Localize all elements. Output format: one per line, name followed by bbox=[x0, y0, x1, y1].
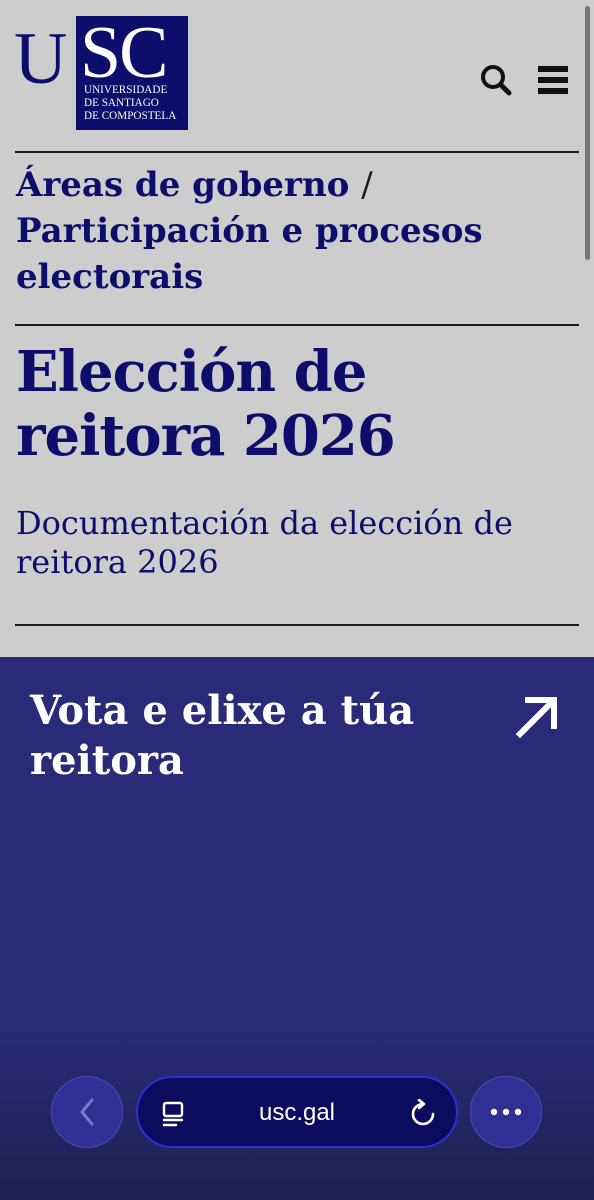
breadcrumb-link-participacion[interactable]: Participación e procesos electorais bbox=[16, 211, 483, 297]
divider bbox=[15, 151, 579, 153]
breadcrumb: Áreas de goberno / Participación e proce… bbox=[16, 162, 576, 300]
banner-title[interactable]: Vota e elixe a túa reitora bbox=[30, 686, 450, 786]
page-title: Elección de reitora 2026 bbox=[16, 339, 396, 469]
breadcrumb-separator: / bbox=[361, 165, 373, 205]
address-bar[interactable]: usc.gal bbox=[136, 1076, 458, 1148]
banner-link-button[interactable] bbox=[512, 692, 562, 742]
logo-letter-u: U bbox=[14, 18, 68, 100]
search-button[interactable] bbox=[478, 62, 514, 98]
menu-icon bbox=[538, 66, 568, 94]
scrollbar[interactable] bbox=[585, 6, 590, 260]
chevron-left-icon bbox=[80, 1098, 94, 1126]
breadcrumb-link-areas-de-goberno[interactable]: Áreas de goberno bbox=[16, 165, 349, 205]
logo-box: SC UNIVERSIDADE DE SANTIAGO DE COMPOSTEL… bbox=[76, 16, 188, 130]
menu-button[interactable] bbox=[536, 64, 570, 96]
more-icon bbox=[490, 1108, 522, 1116]
reload-icon[interactable] bbox=[408, 1099, 438, 1129]
usc-logo[interactable]: U SC UNIVERSIDADE DE SANTIAGO DE COMPOST… bbox=[14, 16, 190, 130]
logo-university-name: UNIVERSIDADE DE SANTIAGO DE COMPOSTELA bbox=[84, 84, 177, 122]
page-subtitle: Documentación da elección de reitora 202… bbox=[16, 504, 513, 581]
browser-back-button[interactable] bbox=[51, 1076, 123, 1148]
search-icon bbox=[481, 65, 512, 96]
logo-letters-sc: SC bbox=[80, 12, 169, 94]
more-options-button[interactable] bbox=[470, 1076, 542, 1148]
divider bbox=[15, 624, 579, 626]
divider bbox=[15, 324, 579, 326]
arrow-up-right-icon bbox=[515, 697, 557, 739]
